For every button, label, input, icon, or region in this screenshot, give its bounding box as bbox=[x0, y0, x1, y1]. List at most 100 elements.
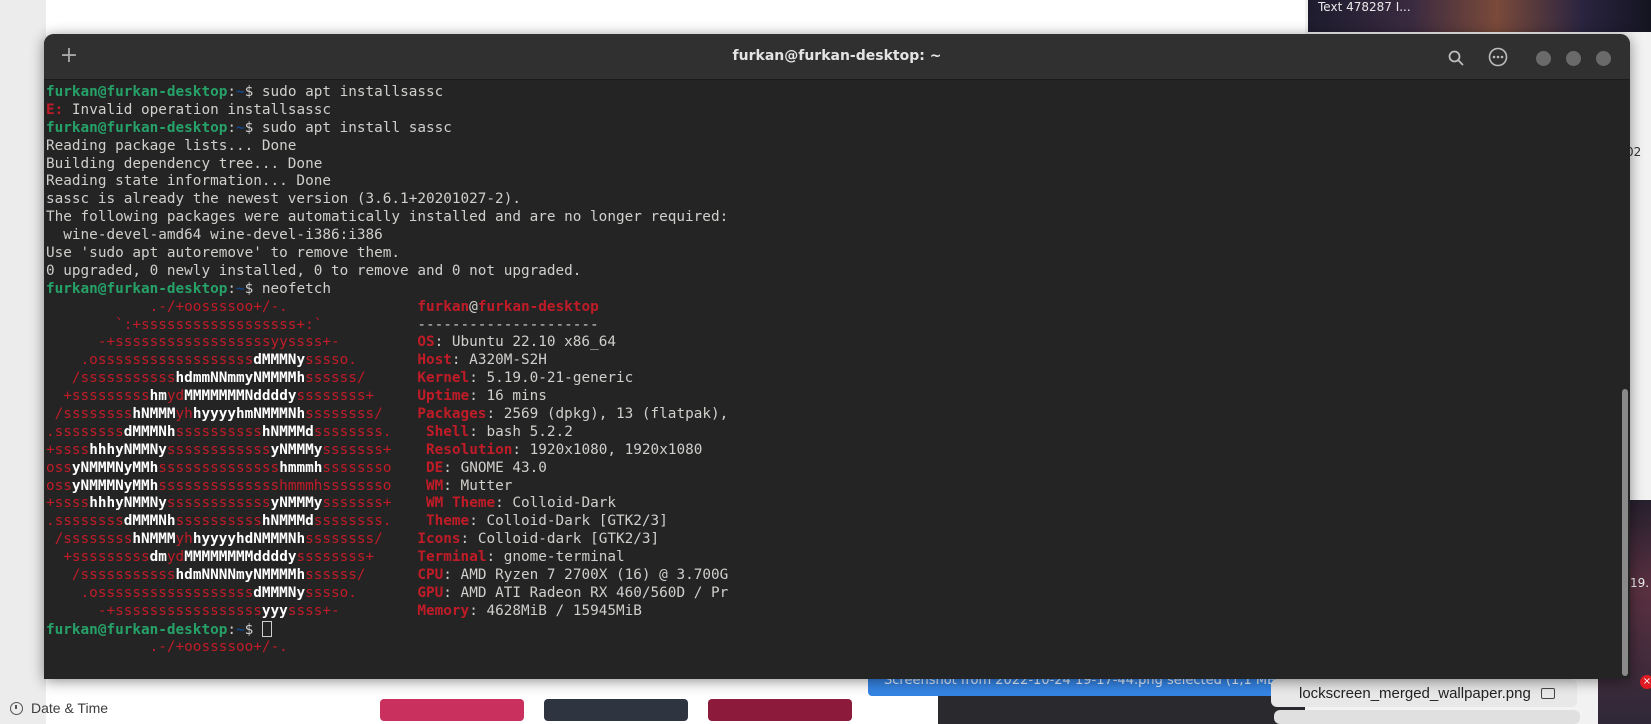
terminal-text: hm bbox=[149, 388, 167, 405]
file-list-item[interactable]: lockscreen_merged_wallpaper.png bbox=[1271, 679, 1577, 707]
terminal-text: +ssss bbox=[46, 495, 90, 512]
terminal-text: sssso. bbox=[305, 584, 418, 601]
terminal-output[interactable]: furkan@furkan-desktop:~$ sudo apt instal… bbox=[46, 84, 1606, 674]
terminal-text: Shell bbox=[426, 423, 470, 440]
terminal-text: MMMMMMMMddddy bbox=[184, 549, 297, 566]
terminal-text: $ neofetch bbox=[244, 280, 331, 297]
terminal-text: ssssssso bbox=[322, 459, 427, 476]
terminal-text: /sssssssssss bbox=[46, 567, 176, 584]
close-icon[interactable]: × bbox=[1640, 675, 1651, 689]
terminal-text: hNMMM bbox=[132, 531, 176, 548]
terminal-text: yd bbox=[166, 549, 185, 566]
terminal-text: yNMMMy bbox=[270, 441, 323, 458]
terminal-text: ssssssss+ bbox=[296, 549, 418, 566]
terminal-window[interactable]: + furkan@furkan-desktop: ~ furkan@furkan… bbox=[44, 34, 1630, 679]
terminal-text: : 1920x1080, 1920x1080 bbox=[512, 441, 703, 458]
terminal-line: E: Invalid operation installsassc bbox=[46, 102, 1606, 120]
terminal-text: : Mutter bbox=[443, 477, 513, 494]
terminal-text: furkan bbox=[417, 298, 470, 315]
terminal-text: hdmmNNmmyNMMMMh bbox=[175, 370, 306, 387]
terminal-text: Host bbox=[417, 352, 452, 369]
terminal-line: -+sssssssssssssssssyyyssss+- Memory: 462… bbox=[46, 603, 1606, 621]
terminal-text: Resolution bbox=[426, 441, 513, 458]
terminal-text: : 16 mins bbox=[469, 388, 547, 405]
terminal-text: $ bbox=[244, 621, 262, 638]
terminal-text: sssssss+ bbox=[322, 495, 427, 512]
terminal-text: ssssss/ bbox=[305, 567, 418, 584]
terminal-headerbar[interactable]: + furkan@furkan-desktop: ~ bbox=[44, 34, 1630, 80]
terminal-line: Reading state information... Done bbox=[46, 173, 1606, 191]
terminal-text: .ssssssss bbox=[46, 423, 124, 440]
settings-item-label: Date & Time bbox=[31, 700, 109, 716]
close-button[interactable] bbox=[1596, 51, 1611, 66]
wallpaper-thumbnail[interactable] bbox=[544, 699, 688, 721]
terminal-text: hhhyNMMNy bbox=[89, 441, 167, 458]
terminal-text: ssssssss+ bbox=[296, 388, 418, 405]
scrollbar-thumb[interactable] bbox=[1622, 389, 1628, 676]
terminal-text: yNMMMNyMMh bbox=[71, 459, 159, 476]
terminal-text: Building dependency tree... Done bbox=[46, 155, 323, 172]
terminal-text: /ssssssss bbox=[46, 531, 133, 548]
terminal-text: Uptime bbox=[417, 388, 470, 405]
terminal-text: yh bbox=[175, 531, 193, 548]
terminal-text: +sssssssss bbox=[46, 388, 150, 405]
terminal-text: $ sudo apt install sassc bbox=[244, 119, 452, 136]
terminal-text: ssssssss. bbox=[313, 513, 427, 530]
terminal-line: `:+ssssssssssssssssss+:` ---------------… bbox=[46, 317, 1606, 335]
terminal-text: yNMMMy bbox=[270, 495, 323, 512]
terminal-text: : Ubuntu 22.10 x86_64 bbox=[434, 334, 616, 351]
terminal-text: -+ssssssssssssssssssyyssss+- bbox=[46, 334, 418, 351]
terminal-text: ~ bbox=[236, 280, 245, 297]
terminal-text: : 2569 (dpkg), 13 (flatpak), bbox=[486, 406, 729, 423]
clock-icon bbox=[10, 701, 23, 715]
terminal-text: hyyyyhdNMMMNh bbox=[192, 531, 306, 548]
terminal-text: ~ bbox=[236, 621, 245, 638]
terminal-line: .-/+oossssoo+/-. furkan@furkan-desktop bbox=[46, 299, 1606, 317]
side-label: 19. bbox=[1630, 576, 1650, 590]
terminal-line: .ssssssssdMMMNhsssssssssshNMMMdssssssss.… bbox=[46, 513, 1606, 531]
terminal-text: +sssssssss bbox=[46, 549, 150, 566]
terminal-text: ~ bbox=[236, 84, 245, 100]
wallpaper-thumbnail[interactable] bbox=[380, 699, 524, 721]
terminal-text: hmmmh bbox=[279, 459, 323, 476]
terminal-text: /ssssssss bbox=[46, 406, 133, 423]
terminal-text: .-/+oossssoo+/-. bbox=[46, 638, 288, 655]
terminal-text: Kernel bbox=[417, 370, 470, 387]
terminal-text: dm bbox=[149, 549, 167, 566]
terminal-text: yd bbox=[166, 388, 185, 405]
terminal-text: yh bbox=[175, 406, 193, 423]
terminal-text: Terminal bbox=[417, 549, 487, 566]
terminal-text: furkan@furkan-desktop bbox=[46, 119, 228, 136]
terminal-text: ~ bbox=[236, 119, 245, 136]
wallpaper-thumbnail[interactable] bbox=[708, 699, 852, 721]
terminal-text: Use 'sudo apt autoremove' to remove them… bbox=[46, 245, 401, 262]
terminal-text: Reading state information... Done bbox=[46, 173, 331, 190]
settings-item-date-time[interactable]: Date & Time bbox=[10, 698, 108, 718]
terminal-text: @ bbox=[469, 298, 478, 315]
terminal-text: hNMMMd bbox=[261, 423, 314, 440]
window-title: furkan@furkan-desktop: ~ bbox=[732, 48, 942, 64]
menu-icon[interactable] bbox=[1488, 47, 1508, 67]
terminal-text: dMMMNh bbox=[123, 513, 176, 530]
folder-icon[interactable] bbox=[1540, 687, 1555, 699]
terminal-text: yNMMMNyMMh bbox=[71, 477, 159, 494]
terminal-text: ssssssss. bbox=[313, 423, 427, 440]
terminal-line: /ssssssssssshdmmNNmmyNMMMMhssssss/ Kerne… bbox=[46, 370, 1606, 388]
terminal-text: OS bbox=[417, 334, 435, 351]
terminal-line: +ssssssssshmydMMMMMMMNddddyssssssss+ Upt… bbox=[46, 388, 1606, 406]
terminal-text: : bbox=[227, 84, 236, 100]
terminal-text: : Colloid-dark [GTK2/3] bbox=[460, 531, 660, 548]
terminal-line: The following packages were automaticall… bbox=[46, 209, 1606, 227]
file-list-item[interactable] bbox=[1274, 710, 1580, 724]
terminal-text: : AMD Ryzen 7 2700X (16) @ 3.700G bbox=[443, 567, 729, 584]
terminal-text: : AMD ATI Radeon RX 460/560D / Pr bbox=[443, 584, 729, 601]
terminal-line: ossyNMMMNyMMhsssssssssssssshmmmhssssssso… bbox=[46, 478, 1606, 496]
minimize-button[interactable] bbox=[1536, 51, 1551, 66]
terminal-text: .ossssssssssssssssss bbox=[46, 352, 254, 369]
terminal-line: furkan@furkan-desktop:~$ neofetch bbox=[46, 281, 1606, 299]
terminal-line: +sssshhhyNMMNyssssssssssssyNMMMysssssss+… bbox=[46, 495, 1606, 513]
terminal-text: --------------------- bbox=[417, 316, 599, 333]
maximize-button[interactable] bbox=[1566, 51, 1581, 66]
terminal-text: ssssssss/ bbox=[305, 406, 418, 423]
search-icon[interactable] bbox=[1447, 49, 1465, 67]
